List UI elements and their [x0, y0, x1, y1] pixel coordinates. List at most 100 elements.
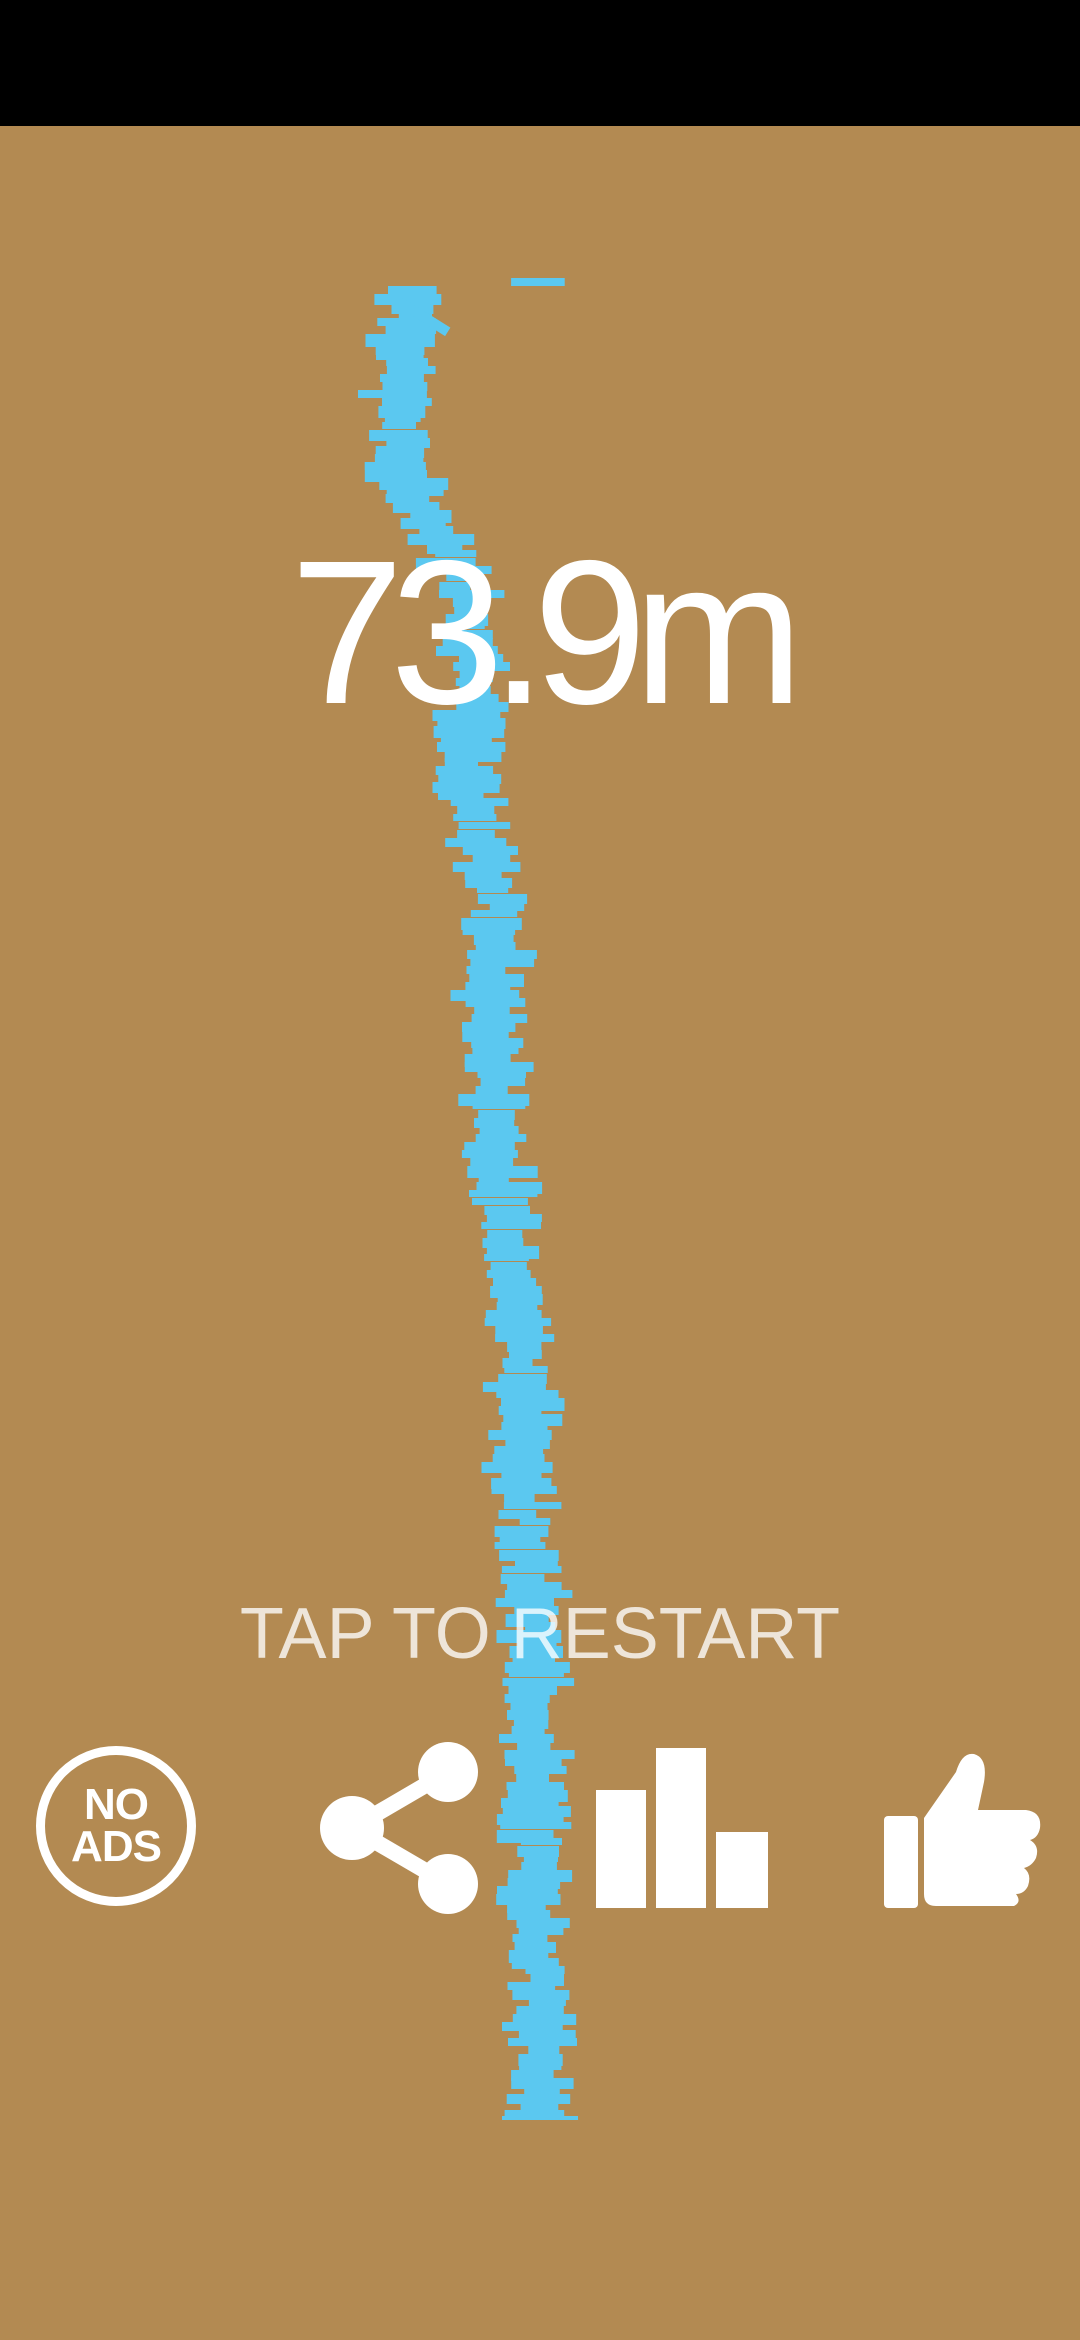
no-ads-label-line1: NO: [84, 1780, 149, 1829]
tower-block: [472, 1198, 528, 1205]
tower-block: [445, 838, 507, 847]
tower-block: [498, 1510, 537, 1519]
tower-block: [358, 390, 427, 398]
tower-block: [435, 766, 494, 775]
tower-block: [469, 1190, 538, 1197]
tower-block: [462, 926, 516, 935]
tower-block: [528, 2046, 560, 2055]
tower-block: [484, 1254, 529, 1261]
tower-block: [384, 414, 421, 422]
tower-block: [472, 1102, 526, 1109]
rate-button[interactable]: [884, 1752, 1042, 1908]
tower-block: [502, 1678, 575, 1686]
tower-base: [502, 2116, 578, 2120]
tower-block: [518, 1926, 564, 1935]
tower-block: [512, 1934, 548, 1942]
tower-block: [470, 910, 518, 917]
tower-block: [504, 1750, 575, 1759]
score-display: 73.9m: [290, 518, 804, 747]
tower-block: [507, 1982, 556, 1990]
tower-block: [481, 1222, 541, 1229]
tower-block: [525, 1966, 565, 1974]
tower-block: [380, 374, 424, 382]
tower-block: [450, 798, 509, 806]
tower-block: [382, 382, 428, 391]
tower-block: [504, 1694, 550, 1703]
tap-to-restart-prompt[interactable]: TAP TO RESTART: [0, 1598, 1080, 1670]
share-button[interactable]: [318, 1742, 482, 1914]
tower-block: [484, 1206, 530, 1215]
tower-block: [528, 1998, 566, 2006]
tower-block: [462, 846, 518, 855]
tower-block: [489, 902, 525, 911]
tower-block: [480, 1078, 526, 1086]
tower-block: [486, 1214, 542, 1222]
tower-block: [386, 358, 428, 366]
no-ads-button[interactable]: NO ADS: [36, 1746, 196, 1906]
tower-block: [374, 454, 424, 463]
tower-block: [465, 982, 511, 991]
tower-block: [472, 1046, 519, 1054]
tower-block: [490, 1262, 527, 1271]
tower-block: [503, 1502, 562, 1509]
tower-block: [475, 1134, 527, 1142]
tower-block: [519, 2062, 562, 2070]
tower-block: [521, 1862, 557, 1870]
tower-block: [508, 1686, 557, 1695]
tower-block: [466, 966, 506, 974]
tower-block: [386, 366, 436, 374]
tower-block: [385, 494, 430, 503]
tower-block: [385, 326, 437, 334]
tower-block: [472, 854, 511, 863]
tower-block: [500, 1822, 572, 1829]
tower-block: [516, 1774, 549, 1782]
tower-block: [477, 1070, 526, 1078]
tower-block: [461, 1150, 518, 1158]
tower-block: [457, 806, 495, 814]
tower-block: [501, 1566, 562, 1573]
tower-block: [471, 1014, 528, 1023]
share-icon: [320, 1742, 478, 1914]
tower-block: [496, 1390, 559, 1398]
tower-block: [519, 1518, 551, 1525]
tower-block: [509, 1350, 542, 1359]
block-tower: [358, 278, 578, 2120]
bar-chart-icon: [596, 1748, 768, 1908]
tower-block: [484, 1318, 552, 1326]
tower-block: [467, 950, 537, 959]
tower-block: [492, 1454, 545, 1462]
tower-block: [505, 1758, 562, 1766]
tower-block: [497, 1886, 558, 1894]
tower-block: [495, 1334, 555, 1342]
leaderboard-button[interactable]: [596, 1748, 768, 1908]
tower-block: [465, 998, 526, 1007]
tower-block: [510, 1702, 548, 1710]
thumbs-up-icon: [884, 1753, 1041, 1908]
tower-block: [494, 1446, 544, 1455]
tower-block: [475, 1086, 508, 1095]
tower-block: [487, 1230, 523, 1239]
tower-block: [494, 1542, 546, 1549]
tower-block: [382, 398, 432, 406]
tower-block: [470, 958, 535, 967]
tower-block: [511, 278, 565, 286]
tower-block: [504, 1366, 548, 1373]
tower-block: [523, 1854, 558, 1862]
tower-block: [508, 2038, 577, 2046]
tower-block: [364, 462, 426, 470]
tower-block: [477, 886, 509, 893]
tower-block: [453, 814, 497, 821]
tower-block: [520, 1838, 562, 1845]
tower-block: [382, 422, 416, 429]
tower-block: [499, 1734, 554, 1743]
tower-block: [495, 1326, 543, 1334]
tower-block: [514, 1766, 567, 1774]
tower-block: [511, 1726, 545, 1734]
tower-block: [506, 1782, 564, 1790]
tower-block: [498, 1406, 542, 1415]
tower-block: [486, 1270, 531, 1278]
tower-block: [458, 822, 511, 829]
tower-block: [502, 2022, 563, 2031]
no-ads-label-line2: ADS: [71, 1822, 162, 1871]
tower-block: [491, 1486, 557, 1494]
